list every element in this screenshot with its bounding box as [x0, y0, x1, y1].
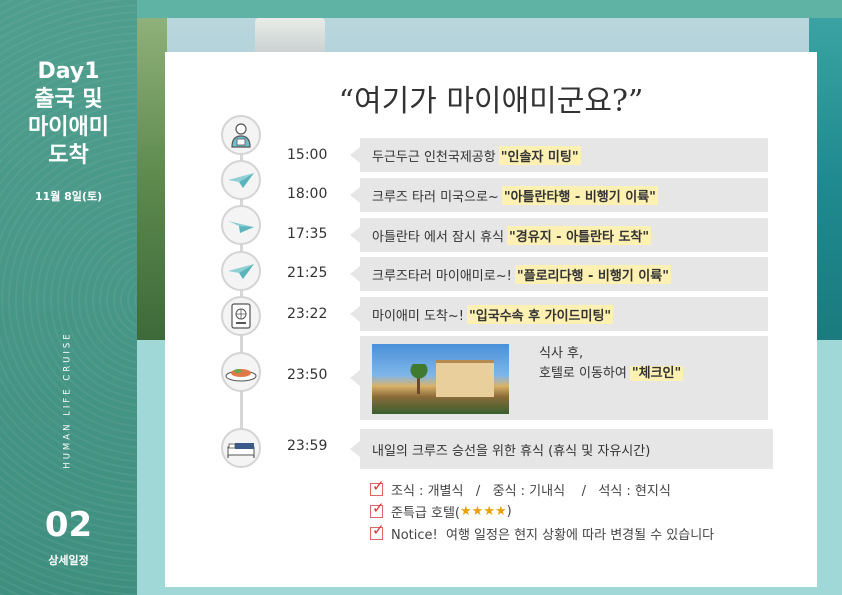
time-label: 17:35 — [287, 226, 328, 242]
day-line: 출국 및 — [34, 87, 103, 112]
hotel-building — [436, 360, 494, 397]
timeline-item: 마이애미 도착~! "입국수속 후 가이드미팅" — [350, 297, 768, 331]
timeline-item: 크루즈타러 마이애미로~! "플로리다행 - 비행기 이륙" — [350, 257, 768, 291]
time-label: 21:25 — [287, 265, 328, 281]
checkbox-icon — [370, 477, 385, 496]
timeline-text: 두근두근 인천국제공항 — [372, 149, 496, 165]
note-item: 조식 : 개별식 / 중식 : 기내식 / 석식 : 현지식 — [370, 477, 714, 500]
day-line: Day1 — [37, 59, 100, 84]
paper-plane-icon — [221, 205, 261, 245]
passport-icon — [221, 296, 261, 336]
date-label: 11월 8일(토) — [34, 190, 103, 203]
timeline-highlight: "입국수속 후 가이드미팅" — [467, 304, 614, 324]
timeline-item: 크루즈 타러 미국으로~ "아틀란타행 - 비행기 이륙" — [350, 178, 768, 212]
page-title: “여기가 마이애미군요?” — [338, 84, 644, 119]
timeline-text: 크루즈 타러 미국으로~ — [372, 189, 499, 205]
bed-icon — [221, 428, 261, 468]
timeline-item: 내일의 크루즈 승선을 위한 휴식 (휴식 및 자유시간) — [350, 429, 773, 469]
timeline-highlight: "플로리다행 - 비행기 이륙" — [514, 264, 671, 284]
hotel-photo — [372, 344, 509, 414]
person-icon — [221, 115, 261, 155]
time-label: 23:50 — [287, 367, 328, 383]
time-label: 23:22 — [287, 306, 328, 322]
time-label: 23:59 — [287, 438, 328, 454]
paper-plane-icon — [221, 251, 261, 291]
city-greenery — [137, 18, 167, 340]
checkbox-icon — [370, 499, 385, 518]
notes-list: 조식 : 개별식 / 중식 : 기내식 / 석식 : 현지식 준특급 호텔(★★… — [370, 477, 715, 544]
hotel-text: 식사 후, 호텔로 이동하여 "체크인" — [539, 344, 684, 384]
timeline-text: 내일의 크루즈 승선을 위한 휴식 (휴식 및 자유시간) — [372, 443, 651, 459]
section-number: 02 — [44, 505, 93, 545]
timeline-highlight: "아틀란타행 - 비행기 이륙" — [501, 185, 658, 205]
timeline-text: 크루즈타러 마이애미로~! — [372, 268, 512, 284]
timeline-text: 마이애미 도착~! — [372, 308, 464, 324]
day-heading: Day1 출국 및 마이애미 도착 — [0, 58, 137, 170]
timeline-item: 아틀란타 에서 잠시 휴식 "경유지 - 아틀란타 도착" — [350, 218, 768, 252]
checkbox-icon — [370, 521, 385, 540]
timeline-item: 두근두근 인천국제공항 "인솔자 미팅" — [350, 138, 768, 172]
day-line: 도착 — [48, 143, 89, 168]
vertical-tagline-text: HUMAN LIFE CRUISE — [63, 331, 73, 469]
vertical-tagline: HUMAN LIFE CRUISE — [60, 235, 76, 468]
timeline-highlight: "인솔자 미팅" — [498, 145, 581, 165]
timeline-item-hotel: 식사 후, 호텔로 이동하여 "체크인" — [350, 336, 768, 420]
top-band — [137, 0, 842, 18]
timeline-highlight: "체크인" — [629, 366, 684, 381]
meal-icon — [221, 352, 261, 392]
section-label: 상세일정 — [48, 554, 89, 567]
note-item: Notice! 여행 일정은 현지 상황에 따라 변경될 수 있습니다 — [370, 521, 715, 544]
time-label: 18:00 — [287, 186, 328, 202]
building-tower — [255, 18, 325, 56]
note-item: 준특급 호텔(★★★★) — [370, 499, 714, 522]
left-panel: Day1 출국 및 마이애미 도착 11월 8일(토) HUMAN LIFE C… — [0, 0, 137, 595]
note-text: ) — [506, 503, 512, 519]
palm-trees — [406, 364, 432, 394]
timeline-text: 호텔로 이동하여 — [539, 366, 627, 381]
timeline-text: 식사 후, — [539, 346, 584, 361]
timeline-highlight: "경유지 - 아틀란타 도착" — [507, 225, 652, 245]
star-rating: ★★★★ — [460, 503, 507, 519]
day-line: 마이애미 — [28, 115, 109, 140]
note-text: 조식 : 개별식 / 중식 : 기내식 / 석식 : 현지식 — [391, 483, 671, 499]
note-text: 준특급 호텔( — [391, 505, 461, 521]
paper-plane-icon — [221, 160, 261, 200]
note-text: Notice! 여행 일정은 현지 상황에 따라 변경될 수 있습니다 — [391, 527, 715, 543]
timeline-text: 아틀란타 에서 잠시 휴식 — [372, 229, 504, 245]
time-label: 15:00 — [287, 147, 328, 163]
